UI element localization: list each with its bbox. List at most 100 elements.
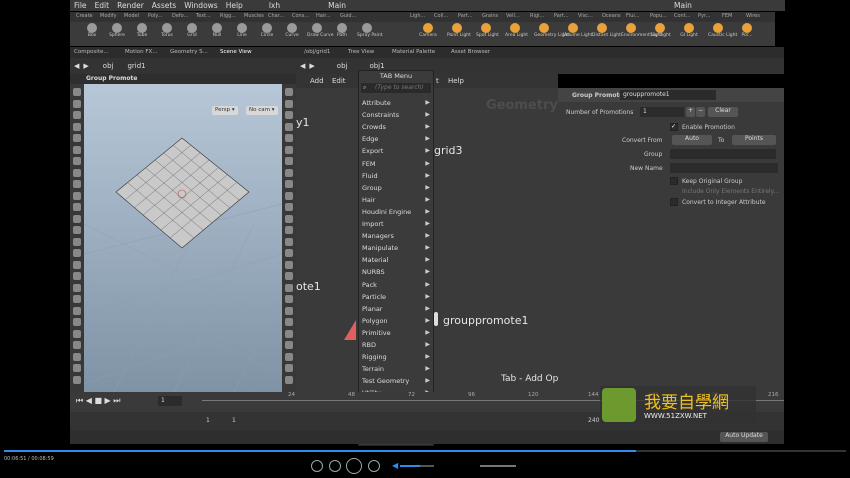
tool-icon[interactable]	[285, 237, 293, 246]
tab-menu-item[interactable]: Pack ▶	[362, 281, 432, 292]
shelf-tab[interactable]: FEM	[722, 13, 732, 19]
scene-selector[interactable]: Main	[324, 1, 350, 10]
tool-icon[interactable]	[73, 260, 81, 269]
tool-icon[interactable]	[285, 306, 293, 315]
shelf-tab[interactable]: Visc...	[578, 13, 593, 19]
start-frame[interactable]: 1	[206, 417, 210, 424]
shelf-tab[interactable]: Hair...	[316, 13, 331, 19]
tool-icon[interactable]	[73, 375, 81, 384]
tab-menu-item[interactable]: NURBS ▶	[362, 268, 432, 279]
menu-help[interactable]: Help	[222, 1, 247, 10]
tool-icon[interactable]	[73, 180, 81, 188]
shelf-tool[interactable]: Volume Light	[563, 23, 592, 38]
tool-icon[interactable]	[285, 203, 293, 211]
tool-icon[interactable]	[73, 88, 81, 96]
shelf-tab[interactable]: Modify	[100, 13, 117, 19]
shelf-tool[interactable]: Null	[207, 23, 227, 38]
path-obj[interactable]: obj	[103, 62, 114, 70]
shelf-tab[interactable]: Part...	[554, 13, 569, 19]
tool-icon[interactable]	[285, 249, 293, 257]
clear-button[interactable]: Clear	[708, 107, 738, 117]
shelf-tab[interactable]: Wires	[746, 13, 760, 19]
menu-edit[interactable]: Edit	[91, 1, 114, 10]
forward-icon[interactable]: ▶	[309, 62, 314, 70]
shelf-tab[interactable]: Rigg...	[220, 13, 236, 19]
shelf-tool[interactable]: Sky Light	[650, 23, 671, 38]
tab-menu-item[interactable]: Houdini Engine ▶	[362, 208, 432, 219]
menu-assets[interactable]: Assets	[148, 1, 180, 10]
volume-slider[interactable]	[400, 465, 434, 467]
tab-menu-item[interactable]: Test Geometry ▶	[362, 377, 432, 388]
tool-icon[interactable]	[73, 122, 81, 131]
start-frame-2[interactable]: 1	[232, 417, 236, 424]
tab-menu-item[interactable]: FEM ▶	[362, 160, 432, 171]
tool-icon[interactable]	[285, 168, 293, 177]
3d-view[interactable]: Persp ▾ No cam ▾	[84, 84, 282, 392]
tool-icon[interactable]	[73, 237, 81, 246]
tool-icon[interactable]	[285, 99, 293, 108]
shelf-tool[interactable]: Tube	[132, 23, 152, 38]
tool-icon[interactable]	[285, 88, 293, 96]
shelf-tab[interactable]: Create	[76, 13, 93, 19]
tab-obj-grid1[interactable]: /obj/grid1	[304, 49, 330, 55]
shelf-tool[interactable]: Line	[232, 23, 252, 38]
shelf-tab[interactable]: Char...	[268, 13, 284, 19]
shelf-tool[interactable]: Torus	[157, 23, 177, 38]
tool-icon[interactable]	[285, 214, 293, 223]
play-controls[interactable]: ⏮ ◀ ■ ▶ ⏭	[76, 396, 120, 406]
shelf-tab[interactable]: Cons...	[292, 13, 309, 19]
end-frame[interactable]: 240	[588, 417, 599, 424]
shelf-tool[interactable]: Spray Paint	[357, 23, 383, 38]
shelf-tab[interactable]: Muscles	[244, 13, 264, 19]
camera-menu[interactable]: No cam ▾	[246, 106, 278, 115]
node-icon[interactable]	[344, 320, 356, 340]
tool-icon[interactable]	[73, 249, 81, 257]
tab-menu-item[interactable]: Import ▶	[362, 220, 432, 231]
shelf-tab[interactable]: Coll...	[434, 13, 448, 19]
shelf-tab[interactable]: Popu...	[650, 13, 667, 19]
shelf-tab[interactable]: Defo...	[172, 13, 188, 19]
network-menu-help[interactable]: Help	[448, 77, 464, 85]
tool-icon[interactable]	[73, 352, 81, 361]
frame-field[interactable]: 1	[158, 396, 182, 406]
forward-icon[interactable]: ▶	[83, 62, 88, 70]
tab-menu-item[interactable]: Planar ▶	[362, 305, 432, 316]
path-grid1[interactable]: grid1	[127, 62, 145, 70]
shelf-tool[interactable]: GI Light	[679, 23, 699, 38]
shelf-tab[interactable]: Grains	[482, 13, 498, 19]
tool-icon[interactable]	[285, 295, 293, 303]
tool-icon[interactable]	[73, 318, 81, 326]
shelf-tab[interactable]: Ligh...	[410, 13, 425, 19]
tool-icon[interactable]	[285, 318, 293, 326]
shelf-tool[interactable]: Area Light	[505, 23, 528, 38]
tool-icon[interactable]	[73, 364, 81, 372]
persp-menu[interactable]: Persp ▾	[212, 106, 238, 115]
speed-slider[interactable]	[480, 465, 516, 467]
network-menu-add[interactable]: Add	[310, 77, 324, 85]
tab-geometry-spreadsheet[interactable]: Geometry S...	[170, 49, 208, 55]
convert-from-menu[interactable]: Auto	[672, 135, 712, 145]
tab-scene-view[interactable]: Scene View	[220, 49, 252, 55]
tab-composite[interactable]: Composite...	[74, 49, 109, 55]
video-progress[interactable]	[4, 450, 846, 452]
shelf-tab[interactable]: Pyr...	[698, 13, 710, 19]
tab-menu-item[interactable]: Particle ▶	[362, 293, 432, 304]
shelf-tab[interactable]: Oceans	[602, 13, 621, 19]
tool-icon[interactable]	[73, 134, 81, 142]
next-button[interactable]	[368, 460, 380, 472]
add-promotion-button[interactable]: +	[686, 107, 695, 117]
tab-asset-browser[interactable]: Asset Browser	[451, 49, 490, 55]
shelf-tool[interactable]: Box	[82, 23, 102, 38]
tool-icon[interactable]	[285, 134, 293, 142]
tab-menu-item[interactable]: Crowds ▶	[362, 123, 432, 134]
node-name-field[interactable]: grouppromote1	[620, 90, 716, 100]
shelf-tool[interactable]: Grid	[182, 23, 202, 38]
tab-menu-item[interactable]: Terrain ▶	[362, 365, 432, 376]
shelf-tab[interactable]: Text...	[196, 13, 211, 19]
tab-menu-item[interactable]: RBD ▶	[362, 341, 432, 352]
menu-render[interactable]: Render	[113, 1, 148, 10]
prev-button[interactable]	[329, 460, 341, 472]
tool-icon[interactable]	[73, 283, 81, 292]
tab-menu-item[interactable]: Constraints ▶	[362, 111, 432, 122]
tool-icon[interactable]	[285, 191, 293, 200]
